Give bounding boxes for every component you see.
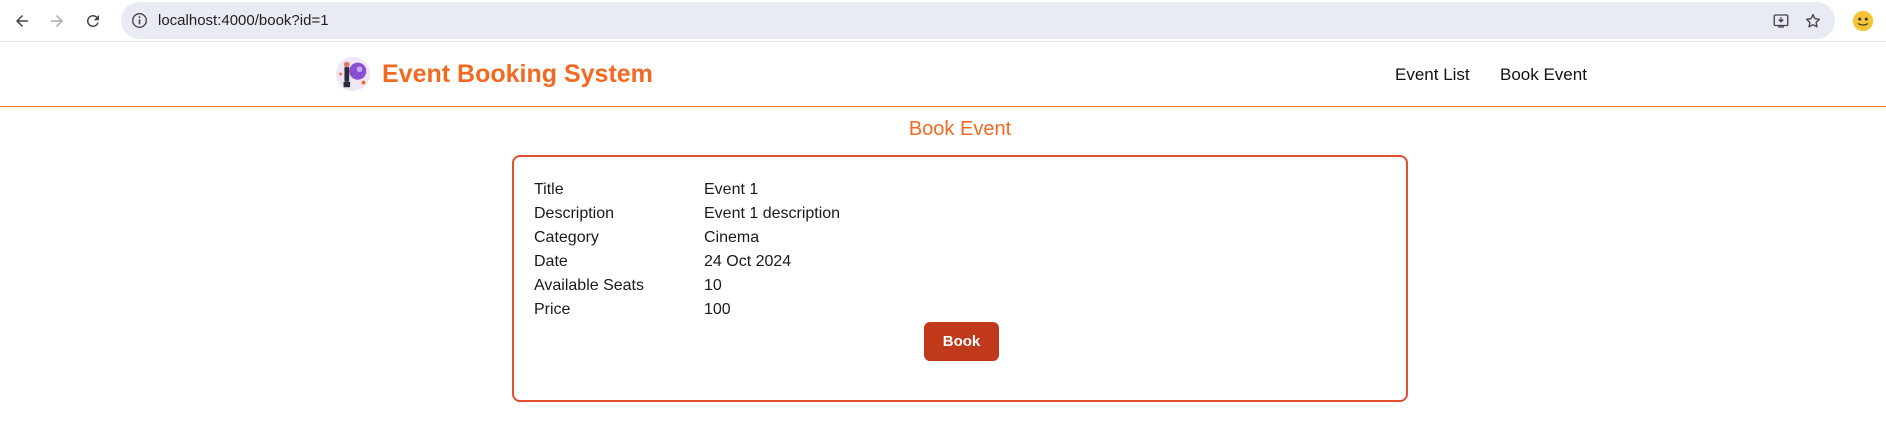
page-title: Book Event xyxy=(908,118,1012,140)
detail-label: Date xyxy=(534,253,568,270)
arrow-left-icon xyxy=(16,15,28,27)
detail-value: Event 1 xyxy=(704,181,759,198)
detail-label: Category xyxy=(534,229,599,246)
url-text[interactable]: localhost:4000/book?id=1 xyxy=(158,11,329,30)
detail-row-price: Price 100 xyxy=(534,298,1374,322)
reload-button[interactable] xyxy=(78,6,108,36)
reload-icon xyxy=(86,14,99,27)
arrow-right-icon xyxy=(51,15,63,27)
detail-row-date: Date 24 Oct 2024 xyxy=(534,250,1374,274)
profile-avatar-icon[interactable] xyxy=(1850,8,1876,34)
brand-logo-icon xyxy=(335,56,371,92)
browser-toolbar: localhost:4000/book?id=1 xyxy=(0,0,1886,42)
app-header: Event Booking System Event List Book Eve… xyxy=(0,42,1886,107)
brand-link[interactable]: Event Booking System xyxy=(334,54,653,94)
back-button[interactable] xyxy=(7,6,37,36)
brand-name: Event Booking System xyxy=(382,59,653,88)
address-bar[interactable]: localhost:4000/book?id=1 xyxy=(121,2,1835,39)
detail-value: 100 xyxy=(704,301,731,318)
book-button[interactable]: Book xyxy=(924,322,999,361)
detail-value: 10 xyxy=(704,277,722,294)
detail-value: Cinema xyxy=(704,229,760,246)
detail-row-available-seats: Available Seats 10 xyxy=(534,274,1374,298)
info-icon[interactable] xyxy=(130,11,149,30)
detail-label: Price xyxy=(534,301,571,318)
booking-card: Title Event 1 Description Event 1 descri… xyxy=(512,155,1408,402)
forward-button[interactable] xyxy=(42,6,72,36)
detail-label: Title xyxy=(534,181,564,198)
detail-label: Available Seats xyxy=(534,277,644,294)
install-app-icon[interactable] xyxy=(1769,9,1793,33)
nav-event-list[interactable]: Event List xyxy=(1395,64,1470,86)
nav-book-event[interactable]: Book Event xyxy=(1500,64,1587,86)
detail-row-description: Description Event 1 description xyxy=(534,202,1374,226)
detail-value: Event 1 description xyxy=(704,205,841,222)
bookmark-star-icon[interactable] xyxy=(1801,9,1825,33)
detail-row-title: Title Event 1 xyxy=(534,178,1374,202)
detail-row-category: Category Cinema xyxy=(534,226,1374,250)
detail-value: 24 Oct 2024 xyxy=(704,253,792,270)
detail-label: Description xyxy=(534,205,615,222)
